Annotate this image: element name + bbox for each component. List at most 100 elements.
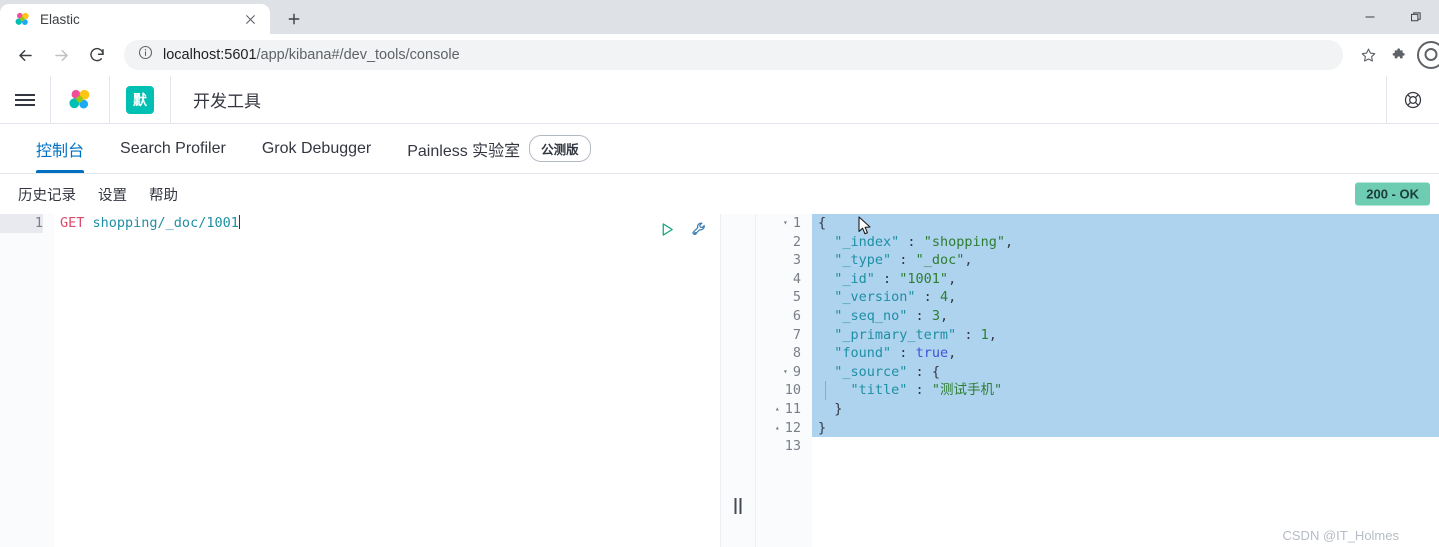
puzzle-icon[interactable] bbox=[1385, 40, 1415, 70]
tab-search-profiler[interactable]: Search Profiler bbox=[102, 124, 244, 173]
editor-code-area[interactable]: GET shopping/_doc/1001 bbox=[54, 214, 720, 547]
play-triangle-icon[interactable] bbox=[656, 218, 678, 240]
tab-search-profiler-label: Search Profiler bbox=[120, 140, 226, 158]
json-value: true bbox=[916, 345, 949, 361]
json-tail: , bbox=[948, 289, 956, 305]
json-sep: : bbox=[907, 382, 931, 398]
editor-gutter: 1 bbox=[0, 214, 54, 547]
kibana-header-right bbox=[1386, 76, 1439, 124]
browser-tab-bar: Elastic bbox=[0, 0, 1439, 34]
window-controls bbox=[1347, 0, 1439, 34]
tab-console[interactable]: 控制台 bbox=[18, 124, 102, 173]
request-line: GET shopping/_doc/1001 bbox=[60, 214, 720, 233]
json-token: } bbox=[834, 401, 842, 417]
splitter-drag-handle[interactable] bbox=[735, 498, 742, 514]
kibana-header: 默 开发工具 bbox=[0, 76, 1439, 124]
response-line-number: 4 bbox=[756, 270, 801, 289]
history-button[interactable]: 历史记录 bbox=[18, 184, 76, 205]
browser-nav-bar: localhost:5601/app/kibana#/dev_tools/con… bbox=[0, 34, 1439, 76]
json-sep: : bbox=[907, 308, 931, 324]
elastic-logo-icon bbox=[14, 11, 31, 28]
fold-caret-icon[interactable]: ▾ bbox=[783, 214, 788, 233]
response-line-number: ▴ 11 bbox=[756, 400, 801, 419]
json-token: } bbox=[818, 420, 826, 436]
reload-icon[interactable] bbox=[80, 38, 114, 72]
json-token: { bbox=[818, 215, 826, 231]
line-num: 12 bbox=[785, 419, 801, 438]
response-line: "_id" : "1001", bbox=[812, 270, 1439, 289]
mouse-cursor-icon bbox=[858, 216, 872, 236]
line-num: 6 bbox=[793, 307, 801, 326]
response-line: "_primary_term" : 1, bbox=[812, 326, 1439, 345]
response-line: "found" : true, bbox=[812, 344, 1439, 363]
json-key: "found" bbox=[834, 345, 891, 361]
wrench-icon[interactable] bbox=[688, 218, 710, 240]
json-tail: , bbox=[948, 271, 956, 287]
hamburger-menu-icon[interactable] bbox=[0, 91, 50, 109]
browser-tab[interactable]: Elastic bbox=[0, 4, 270, 34]
json-tail: , bbox=[940, 308, 948, 324]
response-viewer[interactable]: ▾ 1 2 3 4 5 6 7 8 ▾ 9 10 ▴ 11 bbox=[756, 214, 1439, 547]
response-line: "title" : "测试手机" bbox=[812, 381, 1439, 400]
json-sep: : bbox=[891, 345, 915, 361]
response-line: } bbox=[812, 419, 1439, 438]
response-line-number: ▾ 1 bbox=[756, 214, 801, 233]
line-num: 11 bbox=[785, 400, 801, 419]
fold-caret-icon[interactable]: ▴ bbox=[775, 400, 780, 419]
url-path: /app/kibana#/dev_tools/console bbox=[257, 47, 460, 63]
line-num: 10 bbox=[785, 381, 801, 400]
help-button[interactable]: 帮助 bbox=[149, 184, 178, 205]
line-num: 9 bbox=[793, 363, 801, 382]
response-line-number: 13 bbox=[756, 437, 801, 456]
json-key: "title" bbox=[851, 382, 908, 398]
request-path: shopping/_doc/1001 bbox=[93, 215, 239, 231]
minimize-icon[interactable] bbox=[1347, 1, 1393, 33]
response-code-area[interactable]: { "_index" : "shopping", "_type" : "_doc… bbox=[812, 214, 1439, 547]
request-editor[interactable]: 1 GET shopping/_doc/1001 bbox=[0, 214, 720, 547]
response-line-number: 3 bbox=[756, 251, 801, 270]
json-value: 1 bbox=[981, 327, 989, 343]
response-line: } bbox=[812, 400, 1439, 419]
pane-splitter[interactable] bbox=[720, 214, 756, 547]
kibana-app: 默 开发工具 控制台 Search Profiler Grok Debugger… bbox=[0, 76, 1439, 547]
line-num: 4 bbox=[793, 270, 801, 289]
line-num: 3 bbox=[793, 251, 801, 270]
restore-icon[interactable] bbox=[1393, 1, 1439, 33]
elastic-logo-icon[interactable] bbox=[50, 76, 109, 124]
address-bar[interactable]: localhost:5601/app/kibana#/dev_tools/con… bbox=[124, 40, 1343, 70]
response-line-number: ▾ 9 bbox=[756, 363, 801, 382]
watermark: CSDN @IT_Holmes bbox=[1283, 528, 1400, 543]
status-badge: 200 - OK bbox=[1355, 183, 1430, 206]
json-sep: : bbox=[899, 234, 923, 250]
json-sep: : bbox=[916, 289, 940, 305]
address-bar-url: localhost:5601/app/kibana#/dev_tools/con… bbox=[163, 47, 460, 63]
space-selector[interactable]: 默 bbox=[109, 76, 170, 124]
fold-caret-icon[interactable]: ▾ bbox=[783, 363, 788, 382]
response-line: "_source" : { bbox=[812, 363, 1439, 382]
tab-painless-lab[interactable]: Painless 实验室 公测版 bbox=[389, 124, 608, 173]
avatar-icon[interactable] bbox=[1417, 41, 1439, 69]
console-body: 1 GET shopping/_doc/1001 bbox=[0, 214, 1439, 547]
back-arrow-icon[interactable] bbox=[8, 38, 42, 72]
text-caret bbox=[239, 215, 240, 229]
json-value: 3 bbox=[932, 308, 940, 324]
star-icon[interactable] bbox=[1353, 40, 1383, 70]
response-line: "_index" : "shopping", bbox=[812, 233, 1439, 252]
info-circle-icon[interactable] bbox=[138, 45, 153, 65]
lifebuoy-help-icon[interactable] bbox=[1386, 76, 1439, 124]
json-sep: : bbox=[956, 327, 980, 343]
line-num: 2 bbox=[793, 233, 801, 252]
response-line: "_version" : 4, bbox=[812, 288, 1439, 307]
settings-button[interactable]: 设置 bbox=[98, 184, 127, 205]
fold-caret-icon[interactable]: ▴ bbox=[775, 419, 780, 438]
response-line-number: 7 bbox=[756, 326, 801, 345]
tab-grok-debugger[interactable]: Grok Debugger bbox=[244, 124, 389, 173]
browser-tab-title: Elastic bbox=[40, 12, 231, 27]
response-line-number: ▴ 12 bbox=[756, 419, 801, 438]
new-tab-button[interactable] bbox=[278, 4, 310, 34]
json-value: "_doc" bbox=[916, 252, 965, 268]
close-icon[interactable] bbox=[240, 9, 260, 29]
json-value: { bbox=[932, 364, 940, 380]
json-sep: : bbox=[891, 252, 915, 268]
json-value: "shopping" bbox=[924, 234, 1005, 250]
